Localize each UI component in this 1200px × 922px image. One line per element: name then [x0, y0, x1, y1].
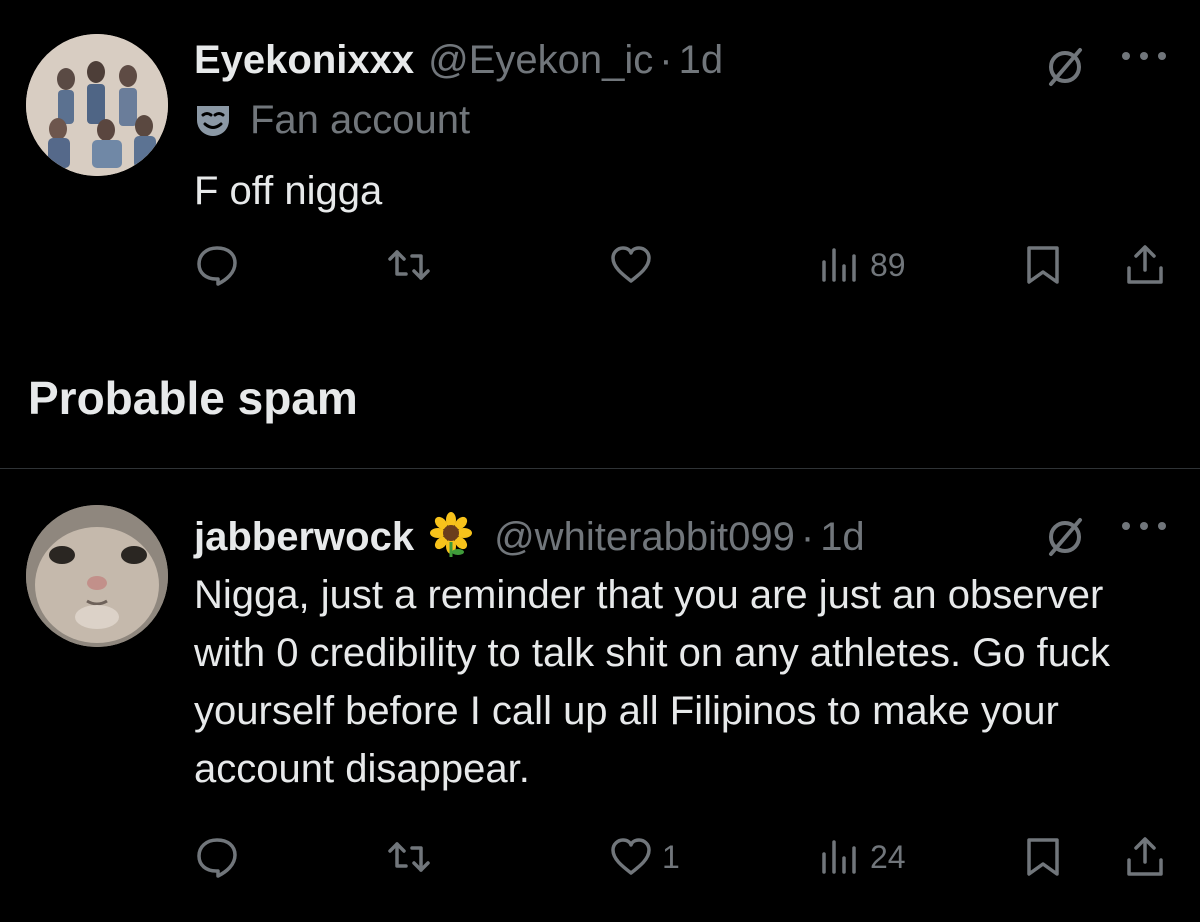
like-button[interactable]: 1: [608, 832, 680, 882]
share-icon: [1127, 837, 1163, 876]
user-handle[interactable]: @whiterabbit099: [494, 513, 795, 561]
views-button[interactable]: 89: [816, 240, 906, 290]
retweet-icon: [388, 842, 430, 872]
separator: ·: [800, 515, 815, 559]
avatar[interactable]: [26, 505, 168, 647]
like-button[interactable]: [608, 240, 662, 290]
tweet[interactable]: jabberwock @whiterabbit099 · 1d Nigga, j…: [0, 470, 1200, 922]
tweet-header: Eyekonixxx @Eyekon_ic · 1d: [194, 36, 723, 84]
share-button[interactable]: [1122, 832, 1168, 882]
section-heading: Probable spam: [28, 372, 358, 424]
divider: [0, 468, 1200, 469]
display-name[interactable]: jabberwock: [194, 513, 414, 561]
fan-account-label: Fan account: [250, 98, 471, 142]
reply-icon: [197, 838, 237, 878]
reply-button[interactable]: [194, 240, 248, 290]
like-icon: [611, 246, 651, 283]
reply-icon: [197, 246, 237, 286]
reply-button[interactable]: [194, 832, 248, 882]
tweet-text: F off nigga: [194, 169, 383, 213]
like-icon: [611, 838, 651, 875]
bookmark-icon: [1027, 246, 1059, 284]
avatar-group-photo: [26, 34, 168, 176]
more-icon[interactable]: [1116, 46, 1172, 66]
timestamp[interactable]: 1d: [820, 513, 865, 561]
separator: ·: [659, 38, 673, 82]
grok-icon[interactable]: [1042, 514, 1088, 560]
tweet-actions: 1 24: [0, 832, 1200, 882]
user-handle[interactable]: @Eyekon_ic: [428, 36, 653, 84]
tweet[interactable]: Eyekonixxx @Eyekon_ic · 1d Fan account F…: [0, 0, 1200, 340]
tweet-text: Nigga, just a reminder that you are just…: [194, 573, 1110, 791]
timestamp[interactable]: 1d: [679, 36, 724, 84]
like-count: 1: [662, 838, 680, 875]
views-count: 24: [870, 838, 906, 875]
views-icon: [822, 840, 856, 874]
share-icon: [1127, 245, 1163, 284]
views-button[interactable]: 24: [816, 832, 906, 882]
tweet-actions: 89: [0, 240, 1200, 290]
retweet-button[interactable]: [386, 240, 440, 290]
share-button[interactable]: [1122, 240, 1168, 290]
retweet-icon: [388, 250, 430, 280]
sunflower-icon: [430, 512, 473, 557]
account-label: Fan account: [194, 98, 470, 143]
grok-icon[interactable]: [1042, 44, 1088, 90]
mask-icon: [197, 105, 229, 136]
retweet-button[interactable]: [386, 832, 440, 882]
bookmark-button[interactable]: [1020, 832, 1066, 882]
display-name[interactable]: Eyekonixxx: [194, 36, 414, 84]
views-count: 89: [870, 246, 906, 283]
avatar-cat-photo: [26, 505, 168, 647]
bookmark-icon: [1027, 838, 1059, 876]
views-icon: [822, 248, 856, 282]
bookmark-button[interactable]: [1020, 240, 1066, 290]
tweet-header: jabberwock @whiterabbit099 · 1d: [194, 504, 865, 561]
avatar[interactable]: [26, 34, 168, 176]
more-icon[interactable]: [1116, 516, 1172, 536]
